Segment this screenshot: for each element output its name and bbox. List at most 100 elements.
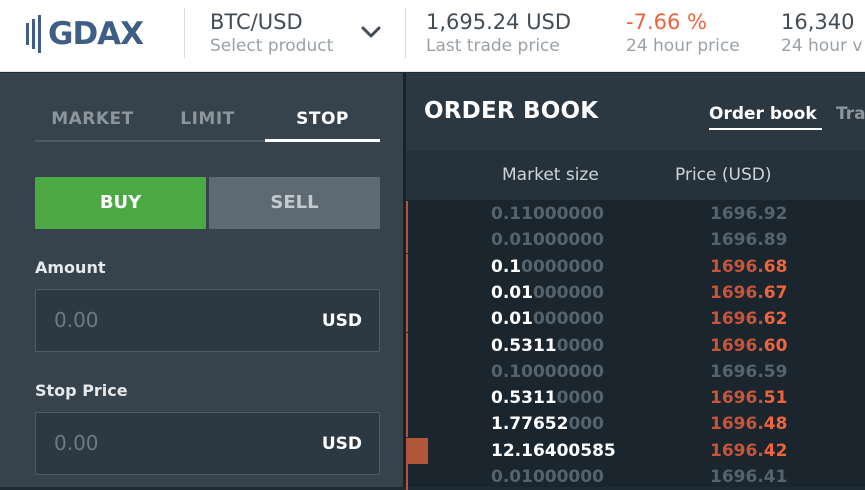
size-padding: 000 <box>568 414 604 435</box>
top-header: GDAX BTC/USD Select product 1,695.24 USD… <box>0 0 865 72</box>
price-cell: 1696.60 <box>710 336 787 356</box>
header-divider <box>184 8 185 58</box>
amount-unit: USD <box>321 311 362 331</box>
product-sub: Select product <box>210 36 334 56</box>
market-size-cell: 0.01000000 <box>491 283 605 303</box>
depth-bar <box>406 385 408 412</box>
depth-bar <box>406 437 428 464</box>
price-prefix: 1696. <box>710 388 764 409</box>
gdax-logo[interactable]: GDAX <box>26 14 144 54</box>
price-cell: 1696.67 <box>710 283 787 303</box>
order-book-row[interactable]: 0.01000000 1696.67 <box>406 279 865 306</box>
order-book-row[interactable]: 0.10000000 1696.68 <box>406 253 865 280</box>
depth-bar <box>406 411 408 438</box>
price-cell: 1696.59 <box>710 362 787 382</box>
market-size-cell: 0.11000000 <box>491 204 605 224</box>
price-prefix: 1696. <box>710 335 764 356</box>
size-padding: 000000 <box>532 309 604 330</box>
order-book-tab-indicator <box>709 128 822 130</box>
order-book-row[interactable]: 0.01000000 1696.89 <box>406 227 865 254</box>
size-significant: 0.1 <box>491 256 522 277</box>
depth-bar <box>406 332 408 359</box>
active-tab-indicator <box>265 139 380 142</box>
logo-text: GDAX <box>48 16 144 52</box>
volume-value: 16,340 <box>781 10 855 34</box>
product-selector[interactable]: BTC/USD Select product <box>210 9 333 57</box>
order-book-title: ORDER BOOK <box>424 98 599 124</box>
depth-bar <box>406 253 408 280</box>
price-suffix: 1696.92 <box>710 204 788 224</box>
price-prefix: 1696. <box>710 256 764 277</box>
volume-24h: 16,340 24 hour v <box>781 9 862 57</box>
size-significant: 1.77652 <box>491 414 569 435</box>
size-padding: 0.10000000 <box>491 361 604 382</box>
price-cell: 1696.89 <box>710 230 787 250</box>
stop-price-field[interactable]: 0.00 USD <box>35 412 380 475</box>
tab-stop[interactable]: STOP <box>265 101 380 141</box>
size-significant: 0.01 <box>491 282 533 303</box>
size-padding: 0000 <box>556 388 604 409</box>
tab-trade-history[interactable]: Tra <box>836 104 865 124</box>
tab-market[interactable]: MARKET <box>35 101 150 141</box>
size-significant: 0.5311 <box>491 335 557 356</box>
volume-label: 24 hour v <box>781 36 863 56</box>
price-suffix: 51 <box>763 388 788 409</box>
sell-button[interactable]: SELL <box>209 177 380 229</box>
last-price-label: Last trade price <box>426 36 560 56</box>
depth-bar <box>406 279 408 306</box>
price-prefix: 1696. <box>710 309 764 330</box>
market-size-cell: 0.53110000 <box>491 388 605 408</box>
price-suffix: 1696.59 <box>710 361 788 382</box>
amount-label: Amount <box>35 258 106 277</box>
size-padding: 0.01000000 <box>491 467 604 487</box>
order-book-row[interactable]: 0.11000000 1696.92 <box>406 201 865 227</box>
order-book-row[interactable]: 0.01000000 1696.41 <box>406 464 865 490</box>
size-padding: 000000 <box>532 282 604 303</box>
depth-bar <box>406 201 408 227</box>
amount-input-value[interactable]: 0.00 <box>54 308 99 332</box>
product-name: BTC/USD <box>210 10 303 34</box>
order-form-panel: MARKET LIMIT STOP BUY SELL Amount 0.00 U… <box>0 73 403 487</box>
market-size-cell: 0.10000000 <box>491 362 605 382</box>
order-book-row[interactable]: 0.53110000 1696.60 <box>406 332 865 359</box>
order-book-row[interactable]: 1.77652000 1696.48 <box>406 411 865 438</box>
price-prefix: 1696. <box>710 414 764 435</box>
price-prefix: 1696. <box>710 282 764 303</box>
size-significant: 12.16400585 <box>491 440 616 461</box>
price-change-value: -7.66 % <box>626 10 707 34</box>
size-padding: 0000 <box>556 335 604 356</box>
tab-order-book[interactable]: Order book <box>709 104 817 124</box>
price-suffix: 48 <box>763 414 788 435</box>
stop-price-unit: USD <box>321 434 362 454</box>
last-trade-price: 1,695.24 USD Last trade price <box>426 9 571 57</box>
order-book-row[interactable]: 0.53110000 1696.51 <box>406 385 865 412</box>
price-cell: 1696.48 <box>710 414 787 434</box>
buy-button[interactable]: BUY <box>35 177 206 229</box>
order-book-panel: ORDER BOOK Order book Tra Market size Pr… <box>406 73 865 490</box>
logo-bars-icon <box>26 15 41 53</box>
chevron-down-icon[interactable] <box>358 22 384 42</box>
order-book-row[interactable]: 0.10000000 1696.59 <box>406 358 865 385</box>
market-size-cell: 0.53110000 <box>491 336 605 356</box>
price-suffix: 1696.89 <box>710 230 788 251</box>
column-price: Price (USD) <box>675 165 772 185</box>
size-padding: 0.01000000 <box>491 230 604 251</box>
price-cell: 1696.41 <box>710 467 787 487</box>
price-cell: 1696.62 <box>710 309 787 329</box>
depth-bar <box>406 358 408 385</box>
depth-bar <box>406 464 408 490</box>
order-type-tabs: MARKET LIMIT STOP <box>35 101 380 142</box>
stop-price-input-value[interactable]: 0.00 <box>54 431 99 455</box>
market-size-cell: 0.01000000 <box>491 230 605 250</box>
price-suffix: 1696.41 <box>710 467 788 487</box>
size-padding: 0.11000000 <box>491 204 604 224</box>
price-suffix: 60 <box>763 335 788 356</box>
price-suffix: 42 <box>763 440 788 461</box>
order-book-row[interactable]: 12.16400585 1696.42 <box>406 437 865 464</box>
price-prefix: 1696. <box>710 440 764 461</box>
price-cell: 1696.68 <box>710 257 787 277</box>
header-divider <box>405 8 406 58</box>
order-book-row[interactable]: 0.01000000 1696.62 <box>406 306 865 333</box>
amount-field[interactable]: 0.00 USD <box>35 289 380 352</box>
tab-limit[interactable]: LIMIT <box>150 101 265 141</box>
